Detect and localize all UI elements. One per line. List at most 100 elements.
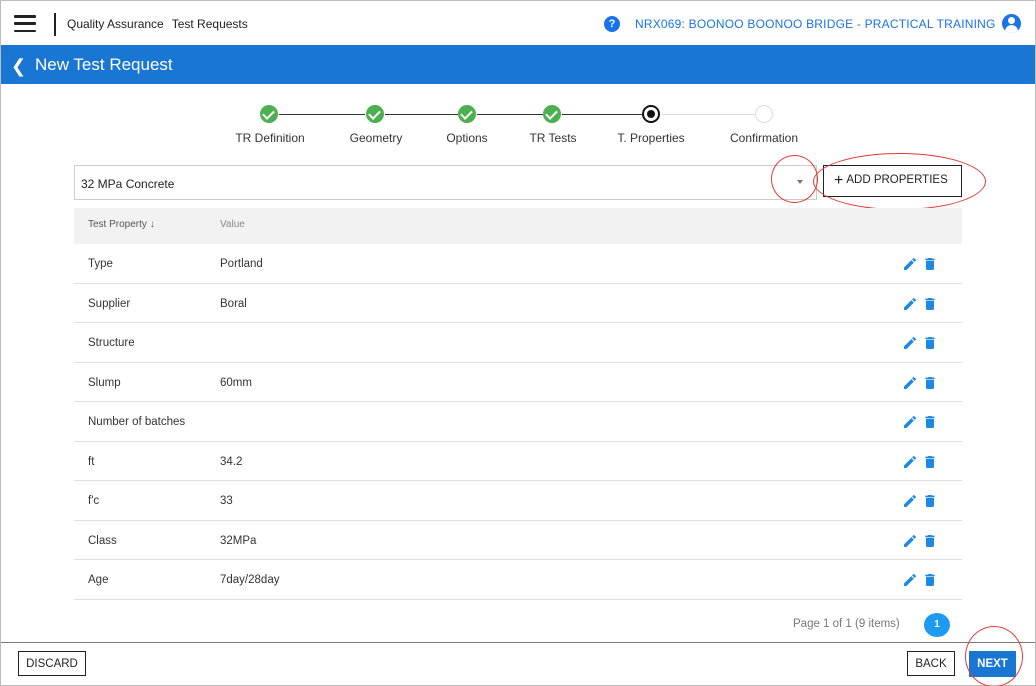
cell-value: 32MPa xyxy=(220,534,257,547)
step-label-tr-tests[interactable]: TR Tests xyxy=(529,131,576,145)
pencil-icon[interactable] xyxy=(902,492,918,510)
table-row: f'c 33 xyxy=(74,481,962,521)
trash-icon[interactable] xyxy=(922,295,938,313)
cell-property: Slump xyxy=(88,376,121,389)
app-window: Quality Assurance Test Requests ? NRX069… xyxy=(0,0,1036,686)
step-future-icon xyxy=(755,105,773,123)
plus-icon: + xyxy=(834,172,844,189)
step-connector xyxy=(279,114,365,115)
step-label-geometry[interactable]: Geometry xyxy=(350,131,403,145)
table-row: ft 34.2 xyxy=(74,442,962,481)
top-bar: Quality Assurance Test Requests ? NRX069… xyxy=(1,1,1035,45)
pencil-icon[interactable] xyxy=(902,295,918,313)
trash-icon[interactable] xyxy=(922,255,938,273)
table-row: Structure xyxy=(74,323,962,363)
column-header-value: Value xyxy=(220,219,245,230)
cell-property: Age xyxy=(88,574,109,586)
pencil-icon[interactable] xyxy=(902,532,918,550)
cell-property: f'c xyxy=(88,495,100,507)
menu-icon[interactable] xyxy=(14,15,36,32)
cell-value: Portland xyxy=(220,258,263,270)
breadcrumb-test-requests[interactable]: Test Requests xyxy=(172,17,248,31)
table-row: Number of batches xyxy=(74,402,962,442)
pencil-icon[interactable] xyxy=(902,413,918,431)
row-actions xyxy=(902,531,938,551)
trash-icon[interactable] xyxy=(922,571,938,589)
breadcrumb: Quality Assurance Test Requests xyxy=(67,17,248,31)
step-done-check-icon xyxy=(260,105,278,123)
help-icon[interactable]: ? xyxy=(604,16,620,32)
pencil-icon[interactable] xyxy=(902,334,918,352)
table-row: Supplier Boral xyxy=(74,284,962,323)
cell-property: Structure xyxy=(88,337,135,349)
page-number-button[interactable]: 1 xyxy=(924,613,950,637)
table-row: Age 7day/28day xyxy=(74,560,962,600)
pencil-icon[interactable] xyxy=(902,255,918,273)
back-button[interactable]: BACK xyxy=(907,651,955,676)
pagination-summary: Page 1 of 1 (9 items) xyxy=(793,618,900,630)
cell-property: Supplier xyxy=(88,297,131,310)
trash-icon[interactable] xyxy=(922,413,938,431)
divider xyxy=(54,13,56,36)
wizard-stepper: TR Definition Geometry Options TR Tests … xyxy=(1,101,1035,151)
step-connector xyxy=(661,114,755,115)
trash-icon[interactable] xyxy=(922,374,938,392)
step-label-tr-definition[interactable]: TR Definition xyxy=(235,131,304,145)
step-connector xyxy=(385,114,458,115)
pencil-icon[interactable] xyxy=(902,571,918,589)
cell-value: 7day/28day xyxy=(220,574,280,586)
step-done-check-icon xyxy=(458,105,476,123)
cell-property: Class xyxy=(88,534,117,547)
row-actions xyxy=(902,412,938,432)
properties-table: Test Property ↓ Value Type Portland Suppli… xyxy=(74,208,962,600)
table-header: Test Property ↓ Value xyxy=(74,208,962,244)
page-title: New Test Request xyxy=(35,55,173,74)
step-done-check-icon xyxy=(543,105,561,123)
row-actions xyxy=(902,570,938,590)
cell-property: Type xyxy=(88,258,113,270)
trash-icon[interactable] xyxy=(922,532,938,550)
table-row: Type Portland xyxy=(74,244,962,284)
step-done-check-icon xyxy=(366,105,384,123)
step-connector xyxy=(477,114,543,115)
cell-value: 60mm xyxy=(220,376,252,389)
table-row: Slump 60mm xyxy=(74,363,962,402)
trash-icon[interactable] xyxy=(922,492,938,510)
step-label-t-properties[interactable]: T. Properties xyxy=(617,131,684,145)
trash-icon[interactable] xyxy=(922,334,938,352)
chevron-down-icon[interactable] xyxy=(797,180,803,184)
cell-value: 34.2 xyxy=(220,455,243,468)
cell-property: ft xyxy=(88,455,95,468)
table-body: Type Portland Supplier Boral Structure Slump 6… xyxy=(74,244,962,600)
dropdown-value: 32 MPa Concrete xyxy=(81,177,175,191)
user-account-icon[interactable] xyxy=(1002,14,1021,33)
breadcrumb-quality-assurance[interactable]: Quality Assurance xyxy=(67,17,164,31)
row-actions xyxy=(902,254,938,274)
row-actions xyxy=(902,491,938,511)
next-button[interactable]: NEXT xyxy=(969,651,1016,677)
step-connector xyxy=(562,114,642,115)
cell-property: Number of batches xyxy=(88,416,186,428)
project-name[interactable]: NRX069: BOONOO BOONOO BRIDGE - PRACTICAL… xyxy=(635,17,996,31)
add-properties-button[interactable]: + ADD PROPERTIES xyxy=(823,165,962,197)
cell-value: 33 xyxy=(220,495,233,507)
row-actions xyxy=(902,333,938,353)
page-header: ❮ New Test Request xyxy=(1,45,1035,84)
step-label-confirmation: Confirmation xyxy=(729,131,799,145)
footer-bar: DISCARD BACK NEXT xyxy=(1,642,1035,685)
row-actions xyxy=(902,294,938,314)
cell-value: Boral xyxy=(220,297,247,310)
table-row: Class 32MPa xyxy=(74,521,962,560)
row-actions xyxy=(902,373,938,393)
back-chevron-icon[interactable]: ❮ xyxy=(11,56,26,77)
pencil-icon[interactable] xyxy=(902,453,918,471)
trash-icon[interactable] xyxy=(922,453,938,471)
row-actions xyxy=(902,452,938,472)
add-properties-label: ADD PROPERTIES xyxy=(846,174,948,186)
column-header-test-property[interactable]: Test Property ↓ xyxy=(88,219,155,230)
step-label-options[interactable]: Options xyxy=(446,131,487,145)
pencil-icon[interactable] xyxy=(902,374,918,392)
step-current-icon xyxy=(642,105,660,123)
property-set-dropdown[interactable]: 32 MPa Concrete xyxy=(74,165,817,200)
discard-button[interactable]: DISCARD xyxy=(18,651,86,676)
